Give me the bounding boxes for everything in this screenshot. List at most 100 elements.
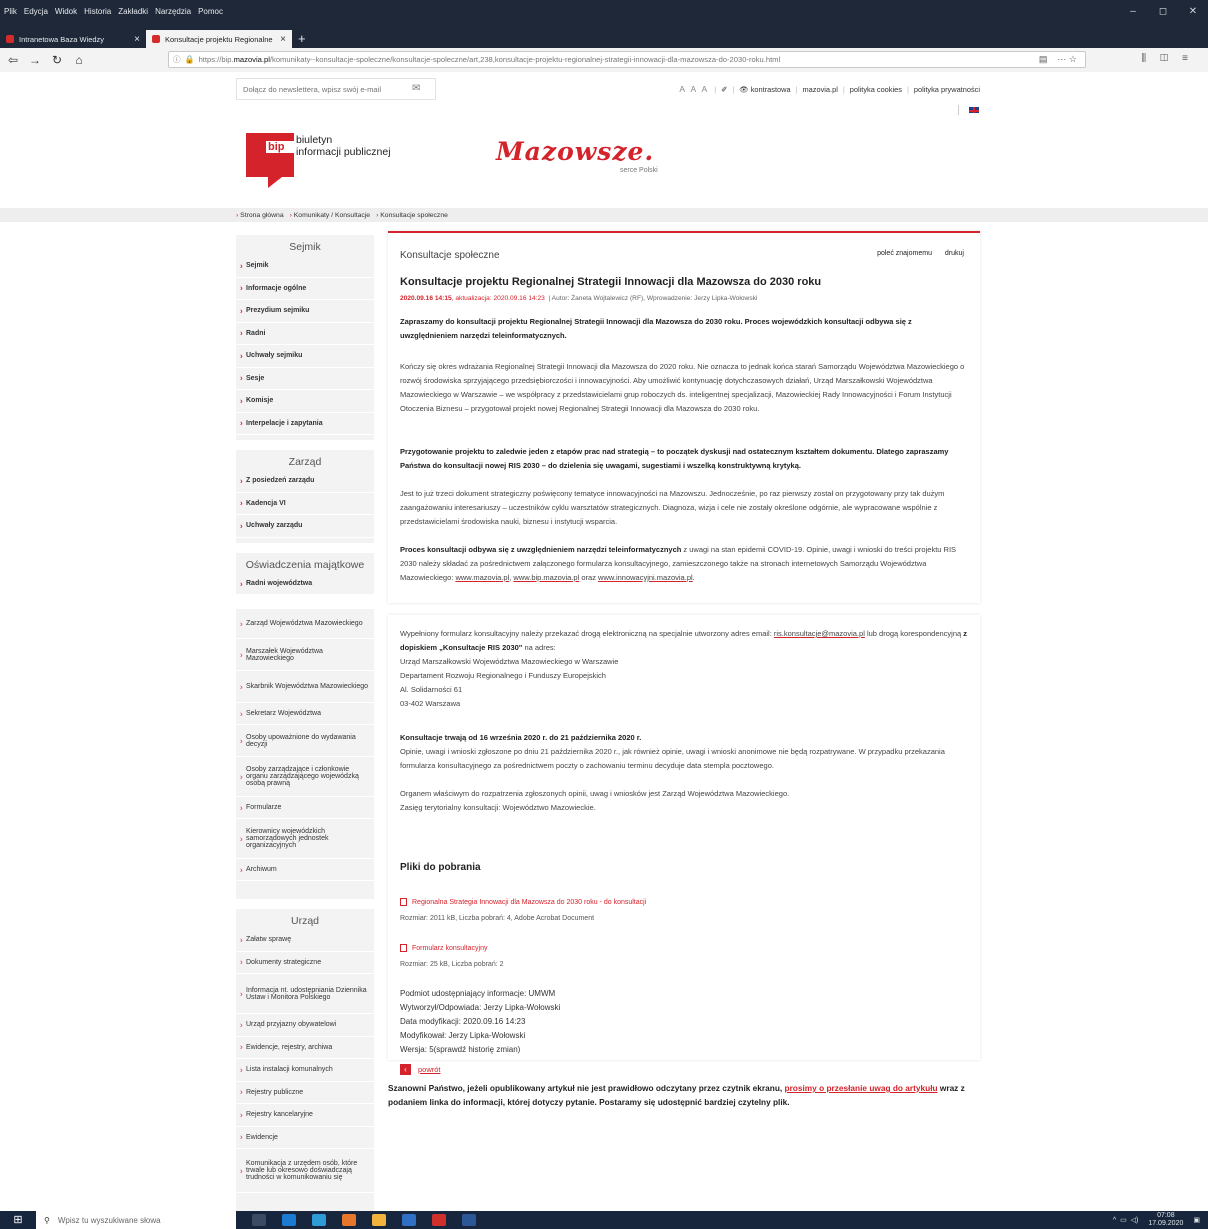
sidebar-item-sekretarz[interactable]: Sekretarz Województwa <box>236 703 374 725</box>
magic-wand-icon[interactable]: ✐ <box>721 85 727 94</box>
network-icon[interactable]: ▭ <box>1120 1216 1127 1224</box>
sidebar-item-kierownicy[interactable]: Kierownicy wojewódzkich samorządowych je… <box>236 819 374 859</box>
sidebar-item-radni[interactable]: Radni <box>236 323 374 345</box>
email-link[interactable]: ris.konsultacje@mazovia.pl <box>774 629 865 638</box>
reload-icon[interactable]: ↻ <box>48 51 66 69</box>
sidebar-item-ewidencje-rejestry[interactable]: Ewidencje, rejestry, archiwa <box>236 1037 374 1059</box>
sidebar-item-osoby-zarzadzajace[interactable]: Osoby zarządzające i członkowie organu z… <box>236 757 374 797</box>
uk-flag-icon[interactable] <box>968 106 980 114</box>
link-innowacyjni[interactable]: www.innowacyjni.mazovia.pl <box>598 573 693 582</box>
sidebar-item-sejmik[interactable]: Sejmik <box>236 255 374 278</box>
home-icon[interactable]: ⌂ <box>70 51 88 69</box>
new-tab-icon[interactable]: + <box>298 30 306 48</box>
menu-historia[interactable]: Historia <box>84 7 111 16</box>
forward-arrow-icon[interactable]: → <box>26 51 44 69</box>
more-icon[interactable]: ··· <box>1057 54 1066 64</box>
font-size-switch[interactable]: A A A <box>679 84 709 94</box>
sidebar-item-komunikacja[interactable]: Komunikacja z urzędem osób, które trwale… <box>236 1149 374 1193</box>
file-link-form[interactable]: Formularz konsultacyjny <box>400 944 487 952</box>
menu-widok[interactable]: Widok <box>55 7 77 16</box>
breadcrumb-item-komunikaty[interactable]: Komunikaty / Konsultacje <box>290 212 370 219</box>
menu-narzedzia[interactable]: Narzędzia <box>155 7 191 16</box>
organ-text-1: Organem właściwym do rozpatrzenia zgłosz… <box>400 789 790 798</box>
sidebar-item-urzad-przyjazny[interactable]: Urząd przyjazny obywatelowi <box>236 1014 374 1037</box>
sidebar-item-zarzad-wojewodztwa[interactable]: Zarząd Województwa Mazowieckiego <box>236 609 374 639</box>
sidebar-item-formularze[interactable]: Formularze <box>236 797 374 819</box>
mazowsze-logo[interactable]: Mazowsze. <box>496 137 654 166</box>
windows-start-icon[interactable]: ⊞ <box>0 1211 36 1229</box>
back-arrow-icon[interactable]: ⇦ <box>4 51 22 69</box>
sidebar-item-dokumenty[interactable]: Dokumenty strategiczne <box>236 952 374 974</box>
sidebar-item-archiwum[interactable]: Archiwum <box>236 859 374 881</box>
sidebar-item-uchwaly-sejmiku[interactable]: Uchwały sejmiku <box>236 345 374 368</box>
sidebar-item-uchwaly-zarzadu[interactable]: Uchwały zarządu <box>236 515 374 538</box>
tab-konsultacje[interactable]: Konsultacje projektu Regionalne × <box>146 30 292 48</box>
sidebar-item-interpelacje[interactable]: Interpelacje i zapytania <box>236 413 374 435</box>
link-mazovia[interactable]: www.mazovia.pl <box>455 573 509 582</box>
tab-intranet[interactable]: Intranetowa Baza Wiedzy × <box>0 30 146 48</box>
feedback-link[interactable]: prosimy o przesłanie uwag do artykułu <box>785 1083 938 1093</box>
paragraph-3-text: Jest to już trzeci dokument strategiczny… <box>400 489 945 526</box>
clock[interactable]: 07:08 17.09.2020 <box>1148 1212 1183 1228</box>
article-title: Konsultacje projektu Regionalnej Strateg… <box>400 276 822 288</box>
sidebar-item-informacje[interactable]: Informacje ogólne <box>236 278 374 300</box>
menu-icon[interactable]: ≡ <box>1182 53 1202 64</box>
menu-pomoc[interactable]: Pomoc <box>198 7 223 16</box>
bip-logo[interactable]: bip <box>246 133 294 188</box>
sidebar-item-zalatw-sprawe[interactable]: Załatw sprawę <box>236 929 374 952</box>
privacy-link[interactable]: polityka prywatności <box>914 85 980 94</box>
bookmark-star-icon[interactable]: ☆ <box>1069 54 1077 64</box>
recommend-link[interactable]: poleć znajomemu <box>877 250 932 257</box>
menu-zakladki[interactable]: Zakładki <box>118 7 148 16</box>
menu-plik[interactable]: Plik <box>4 7 17 16</box>
folder-icon[interactable] <box>372 1214 386 1226</box>
sidebar-item-prezydium[interactable]: Prezydium sejmiku <box>236 300 374 323</box>
tab-close-icon[interactable]: × <box>280 34 286 45</box>
maximize-icon[interactable]: ◻ <box>1148 6 1178 17</box>
sidebar-item-ewidencje[interactable]: Ewidencje <box>236 1127 374 1149</box>
outlook-icon[interactable] <box>402 1214 416 1226</box>
notifications-icon[interactable]: ▣ <box>1193 1216 1200 1224</box>
edge-icon[interactable] <box>282 1214 296 1226</box>
sidebar-item-rejestry-publiczne[interactable]: Rejestry publiczne <box>236 1082 374 1104</box>
back-button[interactable]: ‹ powrót <box>400 1064 441 1075</box>
volume-icon[interactable]: ◁) <box>1131 1216 1139 1224</box>
info-icon[interactable]: ⓘ <box>173 54 181 65</box>
newsletter-input[interactable] <box>236 78 436 100</box>
sidebar-item-rejestry-kancelaryjne[interactable]: Rejestry kancelaryjne <box>236 1104 374 1127</box>
envelope-icon[interactable]: ✉ <box>412 83 420 94</box>
sidebar-item-posiedzenia[interactable]: Z posiedzeń zarządu <box>236 470 374 493</box>
chevron-up-icon[interactable]: ^ <box>1113 1217 1116 1224</box>
sidebar-item-marszalek[interactable]: Marszałek Województwa Mazowieckiego <box>236 639 374 671</box>
mazovia-link[interactable]: mazovia.pl <box>803 85 838 94</box>
breadcrumb-item-konsultacje[interactable]: Konsultacje społeczne <box>376 212 448 219</box>
file-link-strategy[interactable]: Regionalna Strategia Innowacji dla Mazow… <box>400 898 646 906</box>
library-icon[interactable]: ⫼ <box>1142 53 1161 64</box>
sidebar-item-dziennik-ustaw[interactable]: Informacja nt. udostępniania Dziennika U… <box>236 974 374 1014</box>
contrast-link[interactable]: kontrastowa <box>751 85 791 94</box>
minimize-icon[interactable]: – <box>1118 6 1148 17</box>
sidebar-item-osoby-upowaznione[interactable]: Osoby upoważnione do wydawania decyzji <box>236 725 374 757</box>
link-bip-mazovia[interactable]: www.bip.mazovia.pl <box>513 573 579 582</box>
reader-icon[interactable]: ▤ <box>1039 54 1048 64</box>
sidebar-item-komisje[interactable]: Komisje <box>236 390 374 413</box>
task-view-icon[interactable] <box>252 1214 266 1226</box>
word-icon[interactable] <box>462 1214 476 1226</box>
firefox-icon[interactable] <box>342 1214 356 1226</box>
cookies-link[interactable]: polityka cookies <box>850 85 902 94</box>
print-link[interactable]: drukuj <box>945 250 964 257</box>
url-bar[interactable]: ⓘ 🔒 https://bip. mazovia.pl/komunikaty--k… <box>168 51 1086 68</box>
sidebar-item-skarbnik[interactable]: Skarbnik Województwa Mazowieckiego <box>236 671 374 703</box>
menu-edycja[interactable]: Edycja <box>24 7 48 16</box>
sidebar-item-kadencja[interactable]: Kadencja VI <box>236 493 374 515</box>
breadcrumb-item-home[interactable]: Strona główna <box>236 212 283 219</box>
sidebar-item-radni-wojewodztwa[interactable]: Radni województwa <box>236 573 374 595</box>
close-icon[interactable]: ✕ <box>1178 6 1208 17</box>
sidebar-icon[interactable]: ◫ <box>1160 53 1182 64</box>
taskbar-search[interactable]: ⚲ Wpisz tu wyszukiwane słowa <box>36 1211 236 1229</box>
explorer-icon[interactable] <box>312 1214 326 1226</box>
tab-close-icon[interactable]: × <box>134 34 140 45</box>
sidebar-item-sesje[interactable]: Sesje <box>236 368 374 390</box>
acrobat-icon[interactable] <box>432 1214 446 1226</box>
sidebar-item-instalacje[interactable]: Lista instalacji komunalnych <box>236 1059 374 1082</box>
